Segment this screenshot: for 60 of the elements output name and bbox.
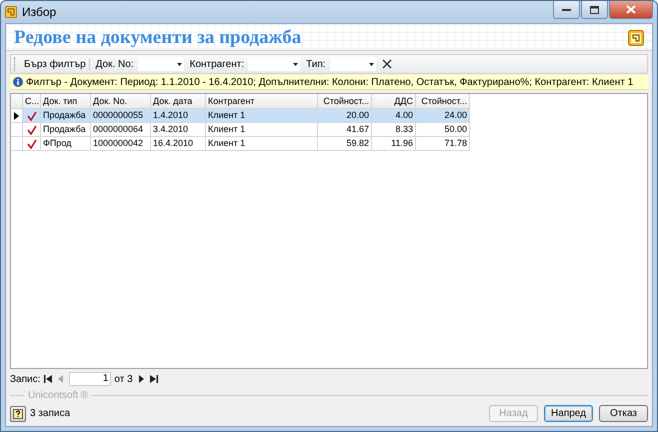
record-count: 3 записа [30, 408, 70, 419]
column-header[interactable]: Стойност... [318, 94, 372, 109]
table-cell: 1.4.2010 [151, 109, 206, 123]
column-header[interactable]: Док. No. [91, 94, 151, 109]
record-total: от 3 [114, 374, 133, 384]
dialog-button[interactable]: Отказ [599, 405, 648, 422]
minimize-icon [562, 8, 571, 12]
minimize-button[interactable] [553, 1, 580, 19]
table-cell: 71.78 [416, 137, 470, 151]
table-cell: 4.00 [372, 109, 416, 123]
table-cell: 59.82 [318, 137, 372, 151]
record-number-field[interactable]: 1 [69, 372, 112, 386]
app-icon[interactable] [628, 30, 644, 46]
help-button[interactable] [10, 406, 26, 422]
app-icon [5, 6, 17, 18]
column-header[interactable]: Контрагент [206, 94, 318, 109]
table-cell: Клиент 1 [206, 109, 318, 123]
brand-label: Unicontsoft ® [28, 390, 88, 400]
filter-label: Док. No: [94, 58, 134, 70]
first-record-icon[interactable] [43, 374, 54, 384]
close-icon [626, 5, 636, 14]
dialog-button[interactable]: Напред [544, 405, 593, 422]
maximize-icon [590, 6, 599, 14]
window-title: Избор [22, 5, 56, 19]
table-cell: 50.00 [416, 123, 470, 137]
column-header[interactable]: Стойност... [416, 94, 470, 109]
table-cell: 0000000064 [91, 123, 151, 137]
table-cell: 16.4.2010 [151, 137, 206, 151]
record-label: Запис: [10, 374, 40, 384]
close-button[interactable] [609, 1, 653, 19]
table-cell: 24.00 [416, 109, 470, 123]
info-icon [13, 77, 23, 87]
table-cell: Клиент 1 [206, 123, 318, 137]
table-cell: ФПрод [41, 137, 91, 151]
filter-label: Тип: [305, 58, 326, 70]
last-record-icon[interactable] [148, 374, 159, 384]
column-header[interactable]: С... [23, 94, 41, 109]
maximize-button[interactable] [581, 1, 608, 19]
caret-icon [176, 62, 182, 66]
column-header[interactable]: Док. тип [41, 94, 91, 109]
table-cell: 1000000042 [91, 137, 151, 151]
table-cell: Продажба [41, 109, 91, 123]
table-cell: 0000000055 [91, 109, 151, 123]
column-header[interactable]: Док. дата [151, 94, 206, 109]
filter-label: Контрагент: [188, 58, 244, 70]
clear-filter-icon[interactable] [382, 59, 392, 69]
page-title: Редове на документи за продажба [14, 27, 302, 49]
table-cell: 3.4.2010 [151, 123, 206, 137]
table-cell: 11.96 [372, 137, 416, 151]
table-cell: 8.33 [372, 123, 416, 137]
table-cell: Клиент 1 [206, 137, 318, 151]
quick-filter-button[interactable]: Бърз филтър [21, 58, 90, 70]
table-cell: 41.67 [318, 123, 372, 137]
caret-icon [368, 62, 374, 66]
table-cell: 20.00 [318, 109, 372, 123]
caret-icon [293, 62, 298, 66]
current-row-icon [14, 112, 19, 120]
column-header[interactable]: ДДС [372, 94, 416, 109]
filter-summary: Филтър - Документ: Период: 1.1.2010 - 16.4.2010; Допълнителни: Колони: Платено, Остатък, Фактурирано%; Контрагент: Клиент 1 [26, 76, 634, 88]
table-cell: Продажба [41, 123, 91, 137]
